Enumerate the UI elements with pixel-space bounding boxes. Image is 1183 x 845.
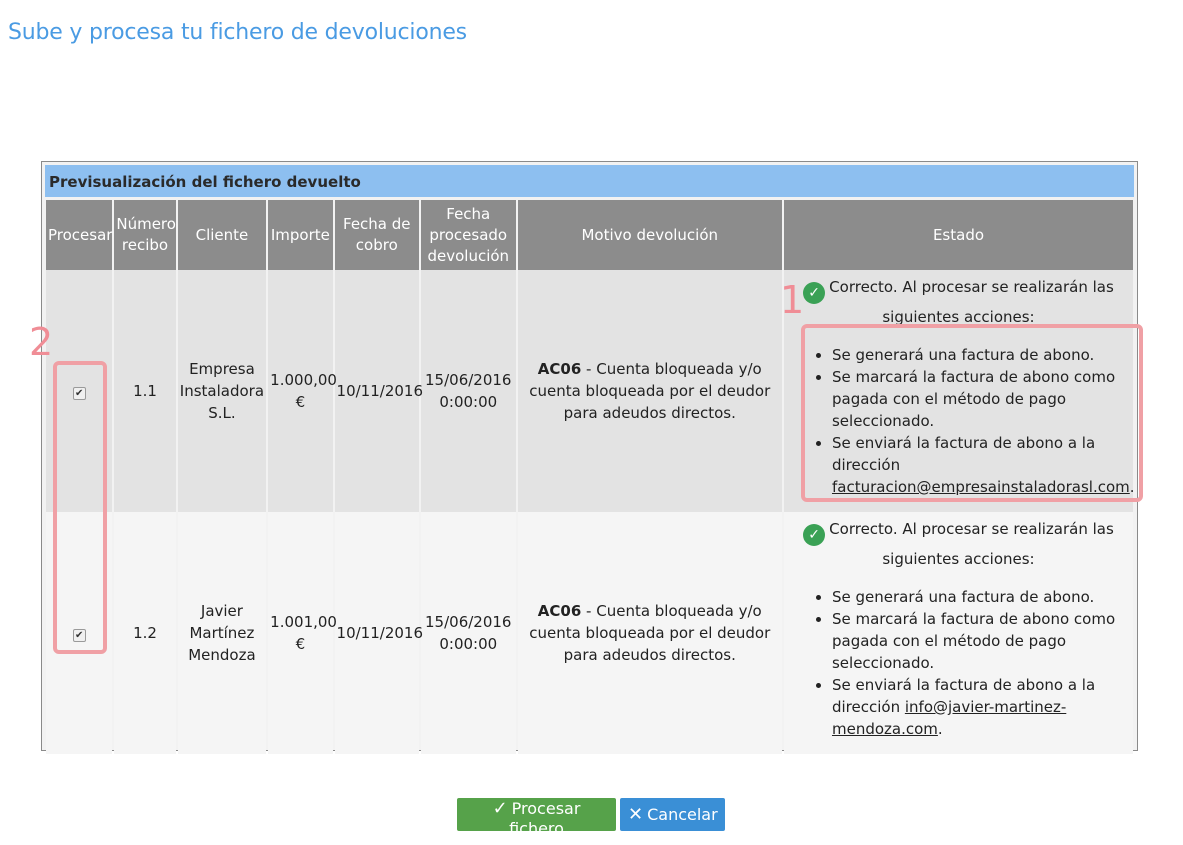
- motivo-code: AC06: [537, 602, 582, 620]
- estado-summary: ✓ Correcto. Al procesar se realizarán las…: [786, 516, 1131, 572]
- motivo-cell: AC06 - Cuenta bloqueada y/o cuenta bloqu…: [517, 512, 782, 754]
- page-title: Sube y procesa tu fichero de devolucione…: [8, 20, 467, 45]
- table-row: ✔ 1.1 Empresa Instaladora S.L. 1.000,00 …: [46, 270, 1135, 512]
- motivo-cell: AC06 - Cuenta bloqueada y/o cuenta bloqu…: [517, 270, 782, 512]
- col-importe[interactable]: Importe: [268, 200, 333, 270]
- annotation-number-2: 2: [29, 320, 54, 364]
- cancel-button[interactable]: ✕ Cancelar: [620, 798, 725, 831]
- acciones-list: Se generará una factura de abono. Se mar…: [786, 586, 1131, 740]
- procesar-fichero-button[interactable]: ✓ Procesar fichero: [457, 798, 616, 838]
- fecha-procesado-cell: 15/06/2016 0:00:00: [421, 270, 516, 512]
- list-item: Se generará una factura de abono.: [832, 586, 1131, 608]
- email-link[interactable]: facturacion@empresainstaladorasl.com: [832, 478, 1130, 496]
- table-header-row: Procesar Número recibo Cliente Importe F…: [46, 200, 1133, 270]
- list-item: Se enviará la factura de abono a la dire…: [832, 432, 1135, 498]
- importe-cell: 1.001,00 €: [268, 512, 337, 754]
- annotation-number-1: 1: [780, 278, 805, 322]
- check-circle-icon: ✓: [803, 282, 826, 304]
- check-circle-icon: ✓: [803, 524, 826, 546]
- x-icon: ✕: [628, 804, 644, 825]
- col-cliente[interactable]: Cliente: [177, 200, 267, 270]
- list-item: Se generará una factura de abono.: [832, 344, 1131, 366]
- returns-table: Procesar Número recibo Cliente Importe F…: [44, 200, 1135, 754]
- col-fecha-cobro[interactable]: Fecha de cobro: [334, 200, 419, 270]
- cliente-cell: Empresa Instaladora S.L.: [177, 270, 267, 512]
- estado-cell: ✓ Correcto. Al procesar se realizarán las…: [783, 512, 1133, 754]
- fecha-procesado-cell: 15/06/2016 0:00:00: [421, 512, 516, 754]
- list-item: Se marcará la factura de abono como paga…: [832, 366, 1131, 432]
- col-motivo[interactable]: Motivo devolución: [517, 200, 782, 270]
- estado-summary: ✓ Correcto. Al procesar se realizarán las…: [786, 274, 1131, 330]
- check-icon: ✓: [492, 798, 508, 819]
- table-row: ✔ 1.2 Javier Martínez Mendoza 1.001,00 €…: [46, 512, 1133, 754]
- procesar-checkbox[interactable]: ✔: [72, 387, 86, 400]
- col-estado[interactable]: Estado: [783, 200, 1133, 270]
- procesar-cell: ✔: [46, 512, 113, 754]
- preview-panel: Previsualización del fichero devuelto Pr…: [41, 161, 1138, 754]
- procesar-cell: ✔: [46, 270, 113, 512]
- panel-header: Previsualización del fichero devuelto: [45, 165, 1134, 197]
- list-item: Se marcará la factura de abono como paga…: [832, 608, 1131, 674]
- estado-cell: ✓ Correcto. Al procesar se realizarán las…: [783, 270, 1135, 512]
- procesar-checkbox[interactable]: ✔: [72, 629, 86, 642]
- col-fecha-procesado[interactable]: Fecha procesado devolución: [421, 200, 516, 270]
- cliente-cell: Javier Martínez Mendoza: [177, 512, 267, 754]
- importe-cell: 1.000,00 €: [268, 270, 337, 512]
- recibo-cell: 1.1: [114, 270, 176, 512]
- recibo-cell: 1.2: [114, 512, 176, 754]
- col-procesar[interactable]: Procesar: [46, 200, 112, 270]
- motivo-code: AC06: [537, 360, 582, 378]
- fecha-cobro-cell: 10/11/2016: [334, 270, 423, 512]
- col-numero-recibo[interactable]: Número recibo: [114, 200, 176, 270]
- list-item: Se enviará la factura de abono a la dire…: [832, 674, 1131, 740]
- fecha-cobro-cell: 10/11/2016: [334, 512, 423, 754]
- acciones-list: Se generará una factura de abono. Se mar…: [786, 344, 1135, 498]
